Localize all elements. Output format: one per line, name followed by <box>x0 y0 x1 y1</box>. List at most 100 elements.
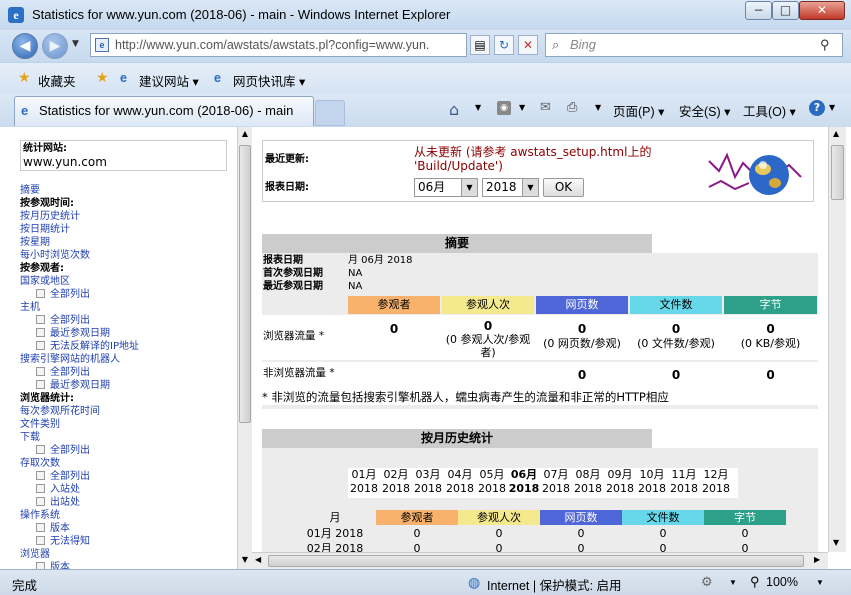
scroll-thumb[interactable] <box>831 145 844 200</box>
help-dropdown-icon[interactable]: ▼ <box>829 103 835 112</box>
menu-link[interactable]: 摘要 <box>20 184 235 197</box>
menu-link[interactable]: 每小时浏览次数 <box>20 249 235 262</box>
add-favorite-icon[interactable]: ★ <box>96 69 109 86</box>
web-slice-gallery-link[interactable]: 网页快讯库 ▾ <box>233 71 305 90</box>
history-month: 03月 2018 <box>412 468 444 496</box>
menu-label: 摘要 <box>20 185 40 196</box>
history-month: 12月 2018 <box>700 468 732 496</box>
zone-dropdown-icon[interactable]: ▼ <box>729 578 737 587</box>
favorites-button[interactable]: 收藏夹 <box>38 71 76 90</box>
scroll-thumb[interactable] <box>239 145 251 423</box>
tools-menu[interactable]: 工具(O) ▾ <box>743 101 796 120</box>
search-input[interactable]: ⌕ Bing ⚲ <box>545 33 843 57</box>
menu-sublink[interactable]: 无法反解译的IP地址 <box>20 340 235 353</box>
menu-link[interactable]: 按日期统计 <box>20 223 235 236</box>
close-button[interactable]: ✕ <box>799 1 845 20</box>
page-menu[interactable]: 页面(P) ▾ <box>613 101 664 120</box>
suggested-sites-link[interactable]: 建议网站 ▾ <box>139 71 199 90</box>
menu-sublink[interactable]: 最近参观日期 <box>20 379 235 392</box>
print-dropdown-icon[interactable]: ▼ <box>595 103 601 112</box>
safety-menu[interactable]: 安全(S) ▾ <box>679 101 730 120</box>
menu-label: 浏览器统计: <box>20 393 74 404</box>
scroll-down-icon[interactable]: ▼ <box>240 555 250 567</box>
menu-sublink[interactable]: 入站处 <box>20 483 235 496</box>
menu-link[interactable]: 按月历史统计 <box>20 210 235 223</box>
forward-button[interactable]: ▶ <box>42 33 68 59</box>
zoom-dropdown-icon[interactable]: ▼ <box>816 578 824 587</box>
menu-link[interactable]: 操作系统 <box>20 509 235 522</box>
menu-link[interactable]: 主机 <box>20 301 235 314</box>
history-month: 04月 2018 <box>444 468 476 496</box>
print-icon[interactable]: ⎙ <box>567 100 577 115</box>
history-month: 06月 2018 <box>508 468 540 496</box>
history-month: 11月 2018 <box>668 468 700 496</box>
year-label: 2018 <box>638 482 666 495</box>
menu-sublink[interactable]: 版本 <box>20 522 235 535</box>
menu-label: 版本 <box>50 523 70 534</box>
menu-sublink[interactable]: 出站处 <box>20 496 235 509</box>
main-horizontal-scrollbar[interactable]: ◀ ▶ <box>252 552 828 569</box>
menu-link[interactable]: 每次参观所花时间 <box>20 405 235 418</box>
mail-icon[interactable]: ✉ <box>540 100 551 115</box>
menu-link[interactable]: 存取次数 <box>20 457 235 470</box>
ok-button[interactable]: OK <box>543 178 584 197</box>
scroll-up-icon[interactable]: ▲ <box>833 129 839 138</box>
menu-link[interactable]: 按星期 <box>20 236 235 249</box>
tab-main[interactable]: e Statistics for www.yun.com (2018-06) -… <box>14 96 314 126</box>
main-vertical-scrollbar[interactable]: ▲ ▼ <box>828 127 846 552</box>
year-label: 2018 <box>702 482 730 495</box>
scroll-up-icon[interactable]: ▲ <box>240 129 250 141</box>
month-value: 06月 <box>418 180 446 194</box>
menu-label: 按参观者: <box>20 263 64 274</box>
history-col-header: 字节 <box>704 510 786 525</box>
col-bytes: 字节 <box>724 296 817 314</box>
scroll-thumb[interactable] <box>268 555 804 567</box>
year-dropdown-icon[interactable]: ▼ <box>522 179 538 196</box>
menu-link[interactable]: 国家或地区 <box>20 275 235 288</box>
menu-heading: 按参观者: <box>20 262 235 275</box>
stop-icon[interactable]: ✕ <box>518 35 538 55</box>
menu-link[interactable]: 下载 <box>20 431 235 444</box>
list-icon <box>36 523 45 532</box>
feeds-dropdown-icon[interactable]: ▼ <box>519 103 525 112</box>
minimize-button[interactable]: − <box>745 1 772 20</box>
home-dropdown-icon[interactable]: ▼ <box>475 103 481 112</box>
menu-link[interactable]: 搜索引擎网站的机器人 <box>20 353 235 366</box>
recent-pages-icon[interactable]: ▼ <box>72 39 79 49</box>
month-dropdown-icon[interactable]: ▼ <box>461 179 477 196</box>
menu-sublink[interactable]: 最近参观日期 <box>20 327 235 340</box>
month-label: 12月 <box>703 468 729 481</box>
protected-mode-icon[interactable]: ⚙ <box>701 574 713 590</box>
address-bar[interactable]: e http://www.yun.com/awstats/awstats.pl?… <box>90 33 467 57</box>
year-select[interactable]: 2018 ▼ <box>482 178 539 197</box>
address-url[interactable]: http://www.yun.com/awstats/awstats.pl?co… <box>115 38 429 52</box>
scroll-right-icon[interactable]: ▶ <box>814 555 820 564</box>
left-scrollbar[interactable]: ▲ ▼ <box>237 127 252 569</box>
menu-link[interactable]: 文件类别 <box>20 418 235 431</box>
scroll-down-icon[interactable]: ▼ <box>833 538 839 547</box>
menu-sublink[interactable]: 全部列出 <box>20 288 235 301</box>
month-select[interactable]: 06月 ▼ <box>414 178 478 197</box>
search-icon[interactable]: ⚲ <box>820 34 830 56</box>
menu-link[interactable]: 浏览器 <box>20 548 235 561</box>
help-icon[interactable]: ? <box>809 100 825 116</box>
menu-sublink[interactable]: 全部列出 <box>20 444 235 457</box>
menu-sublink[interactable]: 全部列出 <box>20 314 235 327</box>
zoom-level[interactable]: 100% <box>766 575 798 589</box>
compatibility-icon[interactable]: ▤ <box>470 35 490 55</box>
new-tab-button[interactable] <box>315 100 345 126</box>
back-button[interactable]: ◀ <box>12 33 38 59</box>
scroll-left-icon[interactable]: ◀ <box>255 555 261 564</box>
menu-sublink[interactable]: 版本 <box>20 561 235 569</box>
menu-sublink[interactable]: 全部列出 <box>20 470 235 483</box>
feeds-icon[interactable]: ◉ <box>497 101 511 115</box>
menu-label: 下载 <box>20 432 40 443</box>
refresh-icon[interactable]: ↻ <box>494 35 514 55</box>
history-cell: 0 <box>495 527 503 540</box>
zoom-icon[interactable]: ⚲ <box>750 574 760 590</box>
maximize-button[interactable]: □ <box>772 1 799 20</box>
home-icon[interactable]: ⌂ <box>449 100 459 119</box>
menu-sublink[interactable]: 全部列出 <box>20 366 235 379</box>
status-bar: 完成 ◍ Internet | 保护模式: 启用 ⚙ ▼ ⚲ 100% ▼ <box>0 569 851 595</box>
menu-sublink[interactable]: 无法得知 <box>20 535 235 548</box>
